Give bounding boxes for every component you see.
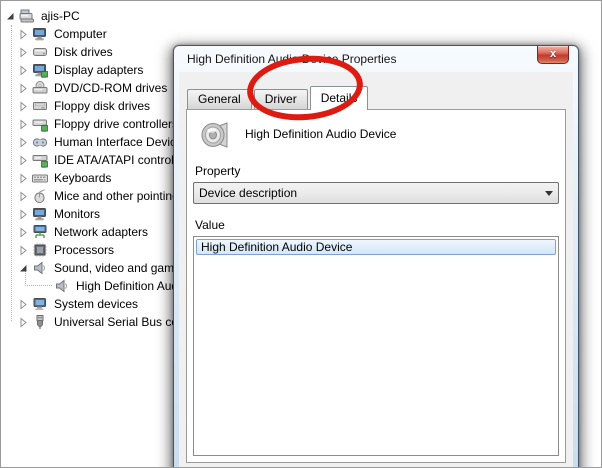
tree-item-label: Floppy disk drives [54, 99, 151, 113]
expander-collapsed-icon[interactable] [18, 28, 29, 40]
tab-details[interactable]: Details [309, 86, 369, 110]
tree-item-label: Network adapters [54, 225, 149, 239]
property-dropdown[interactable]: Device description [193, 182, 559, 204]
expander-collapsed-icon[interactable] [18, 100, 29, 112]
system-device-icon [32, 296, 48, 312]
expander-collapsed-icon[interactable] [18, 154, 29, 166]
expander-collapsed-icon[interactable] [18, 172, 29, 184]
ide-controller-icon [32, 152, 48, 168]
computer-icon [32, 26, 48, 42]
tree-item-label: Floppy drive controllers [54, 117, 179, 131]
properties-dialog: High Definition Audio Device Properties … [173, 45, 579, 467]
optical-drive-icon [32, 80, 48, 96]
tree-item-label: Monitors [54, 207, 101, 221]
tree-item-label: Disk drives [54, 45, 113, 59]
chevron-down-icon[interactable] [540, 186, 558, 200]
processor-icon [32, 242, 48, 258]
tree-item-label: Human Interface Devices [54, 135, 189, 149]
value-list-item[interactable]: High Definition Audio Device [196, 239, 556, 255]
expander-collapsed-icon[interactable] [18, 208, 29, 220]
value-listbox[interactable]: High Definition Audio Device [193, 236, 559, 456]
dialog-titlebar[interactable]: High Definition Audio Device Properties … [174, 46, 578, 72]
expander-collapsed-icon[interactable] [18, 82, 29, 94]
monitor-icon [32, 206, 48, 222]
details-tab-page: High Definition Audio Device Property De… [186, 109, 566, 463]
speaker-icon [54, 278, 70, 294]
dialog-body: General Driver Details High Definition Aud… [179, 72, 573, 467]
close-button[interactable]: x [537, 46, 569, 64]
value-label: Value [195, 218, 225, 232]
property-label: Property [195, 164, 241, 178]
tab-general[interactable]: General [187, 89, 252, 109]
hid-icon [32, 134, 48, 150]
expander-collapsed-icon[interactable] [18, 118, 29, 130]
expander-collapsed-icon[interactable] [18, 244, 29, 256]
workstation-icon [19, 8, 35, 24]
expander-collapsed-icon[interactable] [18, 298, 29, 310]
speaker-large-icon [199, 118, 233, 152]
floppy-drive-icon [32, 98, 48, 114]
expander-expanded-icon[interactable] [18, 263, 29, 274]
tab-strip: General Driver Details [187, 85, 370, 110]
speaker-icon [32, 260, 48, 276]
floppy-controller-icon [32, 116, 48, 132]
tree-item-label: Display adapters [54, 63, 144, 77]
tree-item-label: System devices [54, 297, 139, 311]
expander-collapsed-icon[interactable] [18, 190, 29, 202]
tree-item-label: Keyboards [54, 171, 112, 185]
close-icon: x [549, 48, 557, 60]
tree-item-label: ajis-PC [41, 9, 80, 23]
expander-collapsed-icon[interactable] [18, 316, 29, 328]
device-name-label: High Definition Audio Device [245, 127, 397, 141]
expander-collapsed-icon[interactable] [18, 46, 29, 58]
usb-icon [32, 314, 48, 330]
tree-item-label: Computer [54, 27, 107, 41]
expander-expanded-icon[interactable] [5, 11, 16, 22]
tree-item-label: DVD/CD-ROM drives [54, 81, 168, 95]
expander-collapsed-icon[interactable] [18, 226, 29, 238]
network-adapter-icon [32, 224, 48, 240]
device-manager-screen: ajis-PC Computer Disk drives Display adapte… [0, 0, 602, 468]
expander-collapsed-icon[interactable] [18, 136, 29, 148]
expander-collapsed-icon[interactable] [18, 64, 29, 76]
dialog-title: High Definition Audio Device Properties [187, 52, 397, 66]
tree-item-label: Processors [54, 243, 115, 257]
mouse-icon [32, 188, 48, 204]
tree-item[interactable]: ajis-PC [1, 7, 601, 25]
disk-drive-icon [32, 44, 48, 60]
tab-driver[interactable]: Driver [253, 89, 308, 109]
display-adapter-icon [32, 62, 48, 78]
keyboard-icon [32, 170, 48, 186]
tree-item[interactable]: Computer [1, 25, 601, 43]
property-dropdown-value: Device description [199, 186, 298, 200]
